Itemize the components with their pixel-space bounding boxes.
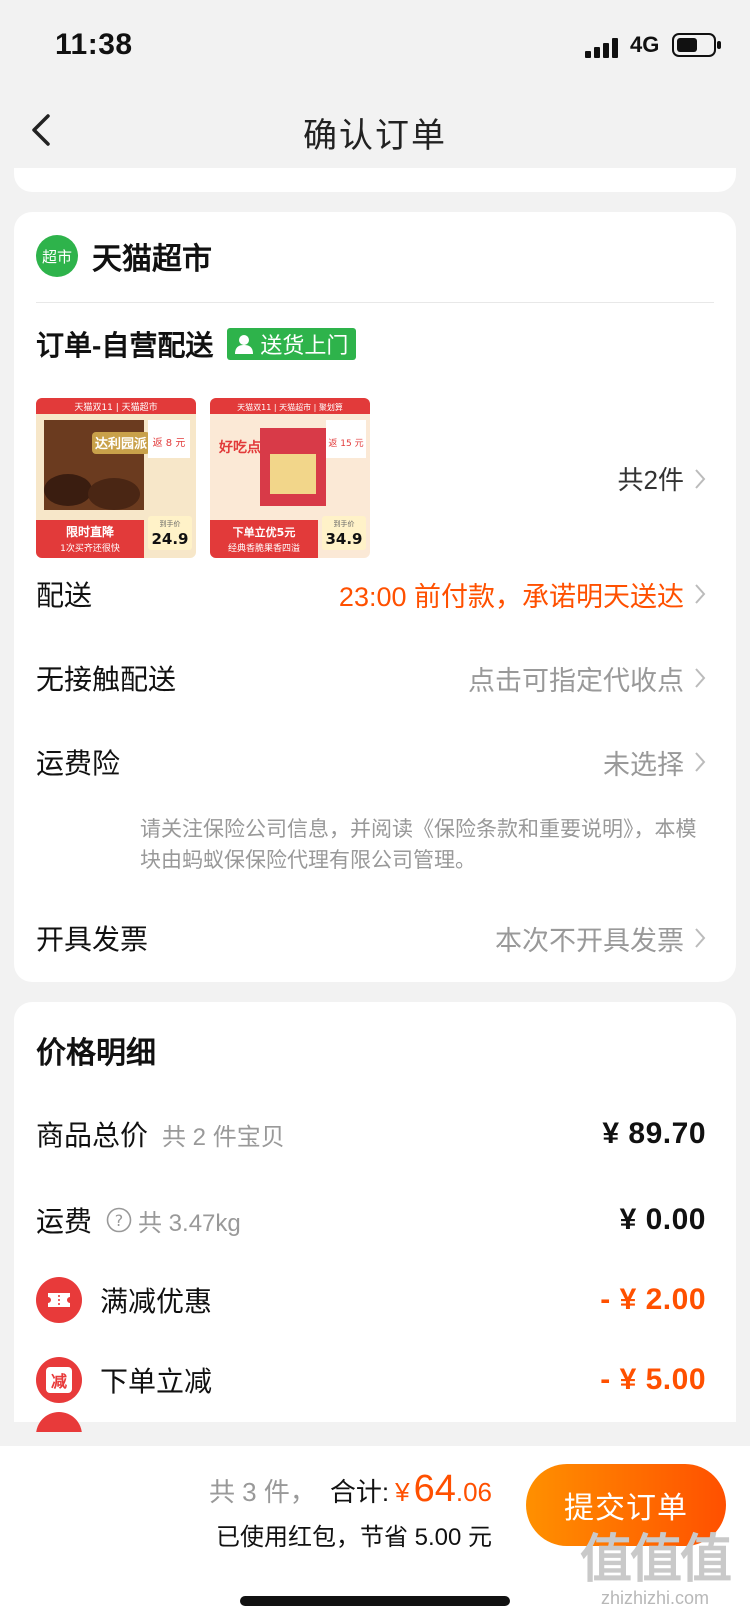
chevron-right-icon (695, 584, 706, 604)
product-count: 共2件 (617, 465, 684, 495)
goods-total-label: 商品总价 (36, 1120, 149, 1151)
contactless-label: 无接触配送 (36, 664, 177, 695)
product-promo: 返 15 元 (328, 437, 363, 449)
insurance-note: 请关注保险公司信息，并阅读《保险条款和重要说明》，本模块由蚂蚁保保险代理有限公司… (140, 818, 697, 872)
instant-off-amount: - ¥ 5.00 (600, 1363, 706, 1396)
order-card: 超市 天猫超市 订单-自营配送 送货上门 天猫双11 | 天猫超市 达利园派 返… (14, 212, 736, 982)
product-banner: 天猫双11 | 天猫超市 (74, 401, 157, 413)
total-amount-integer: 64 (413, 1468, 456, 1510)
product-image: 天猫双11 | 天猫超市 达利园派 返 8 元 到手价 24.9 限时直降 1次… (36, 398, 196, 558)
product-count-link[interactable]: 共2件 (618, 460, 706, 497)
nav-bar: 确认订单 (0, 96, 750, 172)
total-currency: ¥ (395, 1477, 410, 1507)
chevron-right-icon (695, 468, 706, 489)
contactless-value: 点击可指定代收点 (468, 665, 684, 696)
discount-label: 满减优惠 (100, 1286, 213, 1317)
delivery-tag: 送货上门 (227, 328, 357, 360)
battery-icon (672, 33, 721, 57)
delivery-value: 23:00 前付款，承诺明天送达 (338, 581, 684, 612)
product-image: 天猫双11 | 天猫超市 | 聚划算 好吃点 返 15 元 到手价 34.9 下… (210, 398, 370, 558)
total-count: 共 3 件， (208, 1477, 316, 1507)
product-price: 24.9 (151, 530, 188, 548)
watermark-logo: 值值值 (580, 1531, 732, 1589)
page-title: 确认订单 (303, 117, 447, 155)
status-time: 11:38 (55, 28, 133, 61)
insurance-label: 运费险 (36, 748, 121, 779)
contactless-row[interactable]: 无接触配送 点击可指定代收点 (36, 658, 706, 698)
previous-card-sliver (14, 168, 736, 192)
invoice-value: 本次不开具发票 (495, 925, 684, 956)
delivery-tag-label: 送货上门 (260, 333, 349, 358)
shipping-fee-row: 运费 ? 共 3.47kg ¥ 0.00 (36, 1198, 706, 1242)
product-bottom-title: 下单立优5元 (233, 525, 296, 539)
shipping-weight: 共 3.47kg (138, 1209, 241, 1237)
signal-icon (585, 38, 618, 58)
order-summary: 共 3 件， 合计: ¥ 64 .06 已使用红包，节省 5.00 元 (209, 1468, 492, 1552)
product-thumbnails[interactable]: 天猫双11 | 天猫超市 达利园派 返 8 元 到手价 24.9 限时直降 1次… (36, 398, 370, 558)
goods-total-sub: 共 2 件宝贝 (162, 1123, 285, 1151)
shipping-fee-amount: ¥ 0.00 (619, 1203, 706, 1236)
price-detail-title: 价格明细 (36, 1037, 156, 1070)
delivery-label: 配送 (36, 580, 93, 611)
insurance-value: 未选择 (603, 749, 684, 780)
shipping-method: 订单-自营配送 送货上门 (36, 324, 357, 364)
status-bar: 11:38 4G (0, 0, 750, 96)
product-banner: 天猫双11 | 天猫超市 | 聚划算 (237, 402, 343, 412)
shipping-fee-label: 运费 (36, 1206, 93, 1237)
ticket-icon (36, 1277, 82, 1323)
insurance-row[interactable]: 运费险 未选择 (36, 742, 706, 782)
watermark: 值值值 zhizhizhi.com (580, 1531, 732, 1609)
product-price: 34.9 (325, 530, 362, 548)
chevron-right-icon (695, 752, 706, 772)
chevron-right-icon (695, 928, 706, 948)
network-label: 4G (630, 32, 660, 57)
delivery-row[interactable]: 配送 23:00 前付款，承诺明天送达 (36, 574, 706, 614)
product-brand: 达利园派 (95, 436, 148, 452)
invoice-label: 开具发票 (36, 924, 149, 955)
instant-off-icon: 减 (36, 1357, 82, 1403)
price-detail-card: 价格明细 商品总价 共 2 件宝贝 ¥ 89.70 运费 ? 共 3.47kg … (14, 1002, 736, 1432)
product-price-label: 到手价 (334, 519, 355, 528)
total-label: 合计: (329, 1477, 390, 1507)
product-bottom-title: 限时直降 (66, 524, 115, 539)
total-amount-decimal: .06 (455, 1477, 492, 1507)
store-badge-icon: 超市 (36, 235, 78, 277)
store-header[interactable]: 超市 天猫超市 (36, 234, 212, 278)
product-thumbnail[interactable]: 天猫双11 | 天猫超市 | 聚划算 好吃点 返 15 元 到手价 34.9 下… (210, 398, 370, 558)
shipping-title: 订单-自营配送 (36, 330, 214, 361)
svg-text:?: ? (115, 1211, 124, 1230)
product-bottom-sub: 1次买齐还很快 (60, 542, 120, 554)
store-name: 天猫超市 (92, 243, 212, 276)
discount-amount: - ¥ 2.00 (600, 1283, 706, 1316)
instant-off-label: 下单立减 (100, 1366, 213, 1397)
goods-total-amount: ¥ 89.70 (602, 1117, 706, 1150)
instant-off-row: 减 下单立减 - ¥ 5.00 (36, 1357, 706, 1403)
product-bottom-sub: 经典香脆果香四溢 (228, 542, 300, 554)
product-brand: 好吃点 (218, 439, 261, 456)
chevron-right-icon (695, 668, 706, 688)
question-icon[interactable]: ? (106, 1207, 132, 1233)
savings-note: 已使用红包，节省 5.00 元 (215, 1524, 492, 1551)
discount-row: 满减优惠 - ¥ 2.00 (36, 1277, 706, 1323)
home-indicator (240, 1596, 510, 1606)
watermark-url: zhizhizhi.com (600, 1588, 710, 1608)
invoice-row[interactable]: 开具发票 本次不开具发票 (36, 918, 706, 958)
person-icon (235, 335, 254, 354)
divider (36, 302, 714, 303)
product-thumbnail[interactable]: 天猫双11 | 天猫超市 达利园派 返 8 元 到手价 24.9 限时直降 1次… (36, 398, 196, 558)
product-promo: 返 8 元 (153, 437, 186, 449)
goods-total-row: 商品总价 共 2 件宝贝 ¥ 89.70 (36, 1112, 706, 1156)
instant-off-icon-text: 减 (46, 1367, 72, 1393)
product-price-label: 到手价 (160, 519, 181, 528)
red-packet-icon (36, 1412, 82, 1432)
